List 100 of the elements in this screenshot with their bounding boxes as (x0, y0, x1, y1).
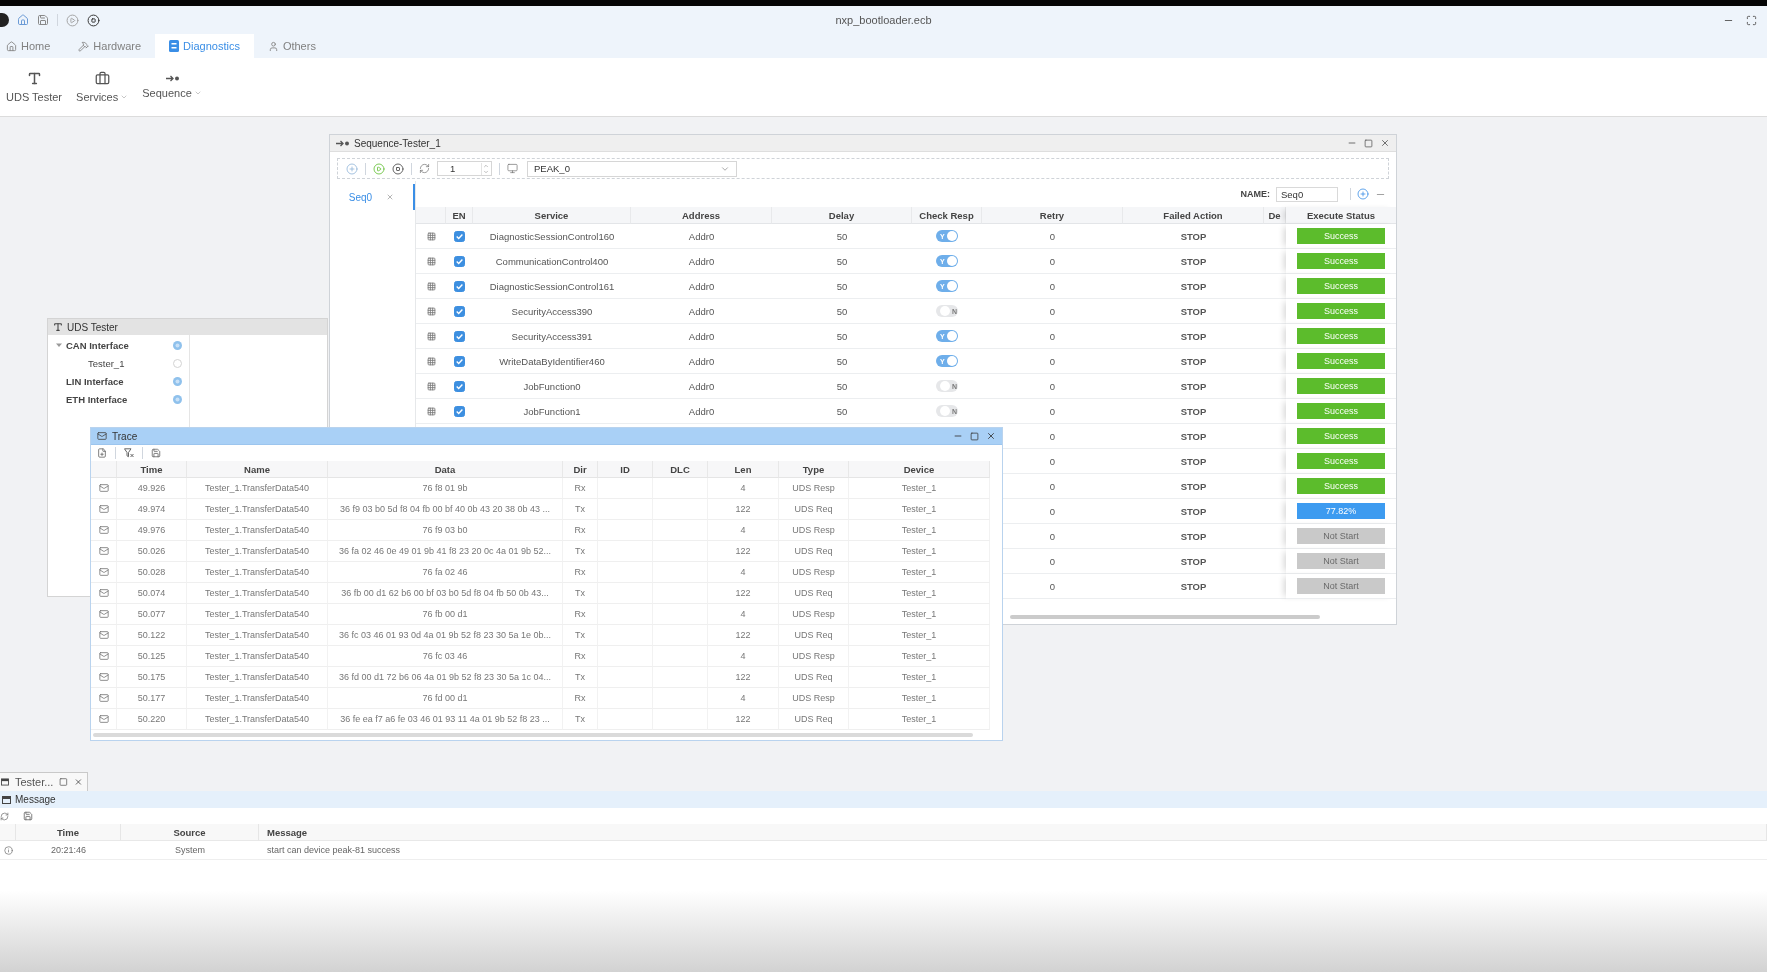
ribbon-button[interactable]: Sequence (142, 75, 202, 99)
close-icon[interactable] (986, 431, 996, 441)
tree-item[interactable]: LIN Interface (66, 375, 173, 387)
maximize-icon[interactable] (1746, 14, 1757, 26)
table-cell: Tx (563, 667, 598, 688)
table-cell: UDS Resp (779, 562, 849, 583)
ribbon-button[interactable]: UDS Tester (6, 71, 63, 103)
table-cell: Tester_1.TransferData540 (187, 688, 328, 709)
drag-handle-icon[interactable] (426, 406, 436, 416)
name-input[interactable]: Seq0 (1276, 186, 1338, 202)
new-file-icon[interactable] (97, 448, 107, 458)
table-cell: Tester_1 (849, 583, 990, 604)
checkbox[interactable] (454, 355, 465, 367)
envelope-icon (98, 588, 109, 598)
table-cell: UDS Resp (779, 646, 849, 667)
refresh-icon[interactable] (0, 811, 9, 821)
table-cell: 36 fb 00 d1 62 b6 00 bf 03 b0 5d f8 04 fb 50 0b 43... (328, 583, 563, 604)
clear-filter-icon[interactable] (124, 448, 134, 458)
window-title: Trace (112, 430, 139, 442)
status-badge: Success (1297, 328, 1385, 344)
loop-icon[interactable] (419, 163, 430, 174)
drag-handle-icon[interactable] (426, 356, 436, 366)
text-type-icon (26, 71, 42, 86)
dot-icon[interactable] (173, 340, 182, 350)
save-icon[interactable] (151, 448, 161, 458)
column-header: Dir (563, 461, 598, 478)
envelope-icon (98, 714, 109, 724)
checkbox[interactable] (454, 305, 465, 317)
table-cell: Rx (563, 604, 598, 625)
table-cell: 122 (708, 499, 779, 520)
drag-handle-icon[interactable] (426, 281, 436, 291)
maximize-icon[interactable] (59, 777, 69, 787)
table-cell: 4 (708, 604, 779, 625)
table-cell: 122 (708, 709, 779, 730)
table-cell: 50.220 (117, 709, 187, 730)
save-icon[interactable] (23, 811, 33, 821)
table-cell: 76 fb 00 d1 (328, 604, 563, 625)
ribbon-tab[interactable]: Others (253, 34, 330, 58)
table-cell (653, 478, 708, 499)
table-cell: Tx (563, 625, 598, 646)
stop-icon[interactable] (392, 162, 404, 175)
tree-item[interactable]: CAN Interface (66, 339, 173, 351)
envelope-icon (98, 630, 109, 640)
app-logo (0, 13, 9, 27)
envelope-icon (98, 546, 109, 556)
drag-handle-icon[interactable] (426, 381, 436, 391)
save-icon[interactable] (37, 14, 49, 26)
table-cell: UDS Req (779, 499, 849, 520)
dot-icon[interactable] (173, 394, 182, 404)
dot-icon[interactable] (173, 376, 182, 386)
play-icon[interactable] (66, 13, 79, 27)
tree-item[interactable]: Tester_1 (88, 357, 173, 369)
drag-handle-icon[interactable] (426, 306, 436, 316)
checkbox[interactable] (454, 280, 465, 292)
checkbox[interactable] (454, 255, 465, 267)
table-cell: 76 fa 02 46 (328, 562, 563, 583)
drag-handle-icon[interactable] (426, 331, 436, 341)
tree-item[interactable]: ETH Interface (66, 393, 173, 405)
add-icon[interactable] (1357, 188, 1369, 200)
ribbon-tab[interactable]: Hardware (64, 34, 156, 58)
column-header: Time (16, 824, 121, 841)
ribbon-button[interactable]: Services (76, 71, 129, 103)
table-cell: UDS Resp (779, 688, 849, 709)
status-badge: Success (1297, 278, 1385, 294)
status-badge: Success (1297, 453, 1385, 469)
horizontal-scrollbar[interactable] (93, 733, 973, 737)
home-icon[interactable] (17, 14, 29, 26)
table-cell: Tester_1 (849, 562, 990, 583)
table-cell: 4 (708, 562, 779, 583)
maximize-icon[interactable] (1364, 138, 1373, 148)
table-cell: Tester_1.TransferData540 (187, 646, 328, 667)
horizontal-scrollbar[interactable] (1010, 615, 1320, 619)
window-icon (1, 778, 9, 786)
checkbox[interactable] (454, 405, 465, 417)
checkbox[interactable] (454, 230, 465, 242)
maximize-icon[interactable] (970, 431, 979, 441)
drag-handle-icon[interactable] (426, 231, 436, 241)
drag-handle-icon[interactable] (426, 256, 436, 266)
device-select[interactable]: PEAK_0 (527, 160, 737, 177)
table-cell: Tester_1.TransferData540 (187, 709, 328, 730)
sequence-tab[interactable]: Seq0 (330, 184, 415, 210)
panel-tab[interactable]: Tester... (0, 772, 88, 791)
status-badge: Success (1297, 228, 1385, 244)
table-cell: Tester_1 (849, 646, 990, 667)
close-icon[interactable] (1380, 138, 1390, 148)
table-cell: 50.122 (117, 625, 187, 646)
checkbox[interactable] (454, 380, 465, 392)
checkbox[interactable] (454, 330, 465, 342)
status-badge: Success (1297, 303, 1385, 319)
caret-icon[interactable] (56, 342, 62, 348)
play-icon[interactable] (373, 162, 385, 175)
table-cell: 36 fa 02 46 0e 49 01 9b 41 f8 23 20 0c 4a 01 9b 52... (328, 541, 563, 562)
table-cell: Rx (563, 562, 598, 583)
close-icon[interactable] (74, 777, 83, 787)
envelope-icon (98, 693, 109, 703)
stop-icon[interactable] (87, 13, 100, 27)
column-header: EN (446, 207, 473, 224)
ribbon-tab[interactable]: Home (0, 34, 65, 58)
table-cell: 122 (708, 541, 779, 562)
ribbon-tab[interactable]: Diagnostics (155, 34, 254, 58)
